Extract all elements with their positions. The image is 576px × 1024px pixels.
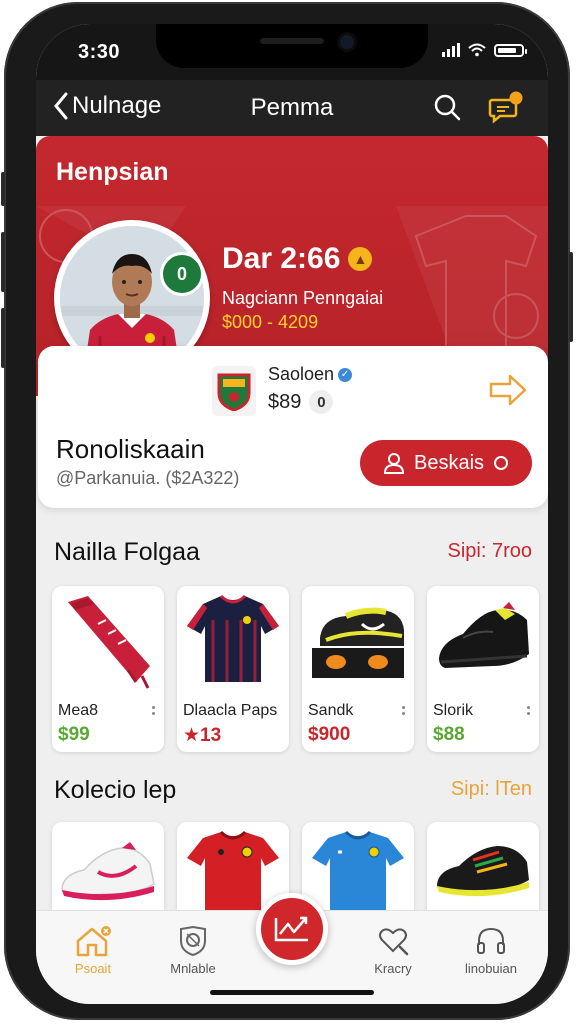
team-crest-icon — [217, 373, 251, 411]
product-price: $88 — [433, 724, 465, 745]
jersey-icon — [187, 594, 279, 682]
verified-icon: ✓ — [338, 367, 353, 382]
product-card[interactable]: Dlaacla Paps ★13 — [177, 586, 289, 752]
product-image — [177, 586, 289, 694]
share-button[interactable] — [488, 372, 528, 413]
user-handle: @Parkanuia. ($2A322) — [56, 468, 240, 488]
shoe-icon — [439, 602, 529, 668]
product-name: Sandk — [308, 702, 354, 719]
status-time: 3:30 — [78, 41, 121, 63]
club-badge: 0 — [160, 252, 204, 296]
product-card[interactable]: Sandk $900 — [302, 586, 414, 752]
product-image — [52, 586, 164, 694]
status-icons — [442, 43, 527, 57]
collection-image — [52, 826, 164, 914]
collection-see-all-link[interactable]: Sipi: lTen — [451, 778, 532, 801]
hero-subtitle: Nagciann Penngaiai — [222, 288, 384, 308]
profile-card: Saoloen ✓ $89 0 Ronoliskaain @Parkanuia.… — [38, 346, 548, 508]
tab-home[interactable]: Psoait — [48, 911, 138, 981]
tab-search[interactable]: Kracry — [348, 911, 438, 981]
wifi-icon — [468, 43, 486, 57]
collection-image — [302, 826, 414, 914]
product-image — [302, 586, 414, 694]
team-logo[interactable] — [212, 366, 256, 416]
volume-down-button — [1, 308, 5, 368]
team-price: $89 0 — [268, 390, 334, 414]
cleat-icon — [437, 846, 529, 897]
team-name-text: Saoloen — [268, 364, 335, 384]
product-price: $99 — [58, 724, 90, 745]
heart-search-icon — [376, 925, 410, 957]
more-icon[interactable] — [402, 706, 406, 718]
team-name: Saoloen ✓ — [268, 364, 353, 385]
tab-search-label: Kracry — [374, 961, 412, 976]
scarf-icon — [68, 596, 150, 689]
follow-circle-icon — [494, 456, 509, 470]
user-name: Ronoliskaain — [56, 434, 205, 464]
power-button — [569, 252, 573, 342]
club-badge-text: 0 — [176, 263, 187, 284]
home-indicator[interactable] — [210, 990, 374, 995]
tab-shield[interactable]: Mnlable — [148, 911, 238, 981]
page-title: Pemma — [250, 94, 334, 121]
product-name: Dlaacla Paps — [183, 702, 278, 719]
product-image — [427, 586, 539, 694]
red-jersey-icon — [187, 830, 279, 912]
phone-frame: 3:30 Nulnage Pemma Henpsian Dar 2:66 ▲ N… — [1, 2, 573, 1020]
search-button[interactable] — [432, 92, 462, 127]
follow-label: Beskais — [413, 451, 485, 474]
product-price: ★13 — [183, 725, 222, 746]
arrow-right-icon — [489, 374, 527, 406]
team-price-text: $89 — [268, 390, 302, 413]
tab-shield-label: Mnlable — [170, 961, 216, 976]
headphones-icon — [475, 925, 507, 957]
featured-title: Nailla Folgaa — [54, 538, 200, 566]
shield-icon — [177, 925, 209, 957]
follow-button[interactable]: Beskais — [360, 440, 532, 486]
speaker — [260, 38, 324, 44]
chat-button[interactable] — [488, 90, 524, 129]
center-action-button[interactable] — [256, 893, 328, 965]
hero-section-title: Henpsian — [56, 158, 169, 186]
collection-image — [427, 826, 539, 914]
trend-chart-icon — [274, 916, 308, 942]
tab-support-label: linobuian — [464, 961, 518, 976]
product-price: $900 — [308, 724, 351, 745]
featured-see-all-link[interactable]: Sipi: 7roo — [448, 540, 533, 563]
search-icon — [434, 94, 461, 121]
screen: 3:30 Nulnage Pemma Henpsian Dar 2:66 ▲ N… — [36, 24, 548, 1004]
boot-icon — [312, 607, 404, 678]
collection-title: Kolecio lep — [54, 776, 177, 804]
hero-range: $000 - 4209 — [222, 312, 319, 332]
tab-home-label: Psoait — [74, 961, 112, 976]
home-icon — [74, 925, 112, 957]
more-icon[interactable] — [527, 706, 531, 718]
blue-jersey-icon — [312, 830, 404, 912]
chat-bubble-icon — [488, 91, 523, 124]
hero-stat: Dar 2:66 ▲ — [222, 242, 373, 276]
sneaker-icon — [61, 842, 155, 901]
volume-up-button — [1, 232, 5, 292]
product-card[interactable]: Mea8 $99 — [52, 586, 164, 752]
tab-support[interactable]: linobuian — [446, 911, 536, 981]
mute-switch — [1, 172, 5, 206]
notch — [156, 24, 428, 68]
product-name: Slorik — [433, 702, 474, 719]
more-icon[interactable] — [152, 706, 156, 718]
team-price-badge: 0 — [309, 390, 334, 414]
user-icon — [383, 453, 404, 474]
coin-icon: ▲ — [348, 247, 373, 271]
battery-icon — [494, 43, 527, 57]
front-camera — [340, 35, 354, 49]
signal-icon — [442, 43, 460, 57]
product-name: Mea8 — [58, 702, 99, 719]
product-card[interactable]: Slorik $88 — [427, 586, 539, 752]
top-nav: Nulnage Pemma — [36, 80, 548, 136]
hero-stat-value: Dar 2:66 — [222, 242, 341, 275]
